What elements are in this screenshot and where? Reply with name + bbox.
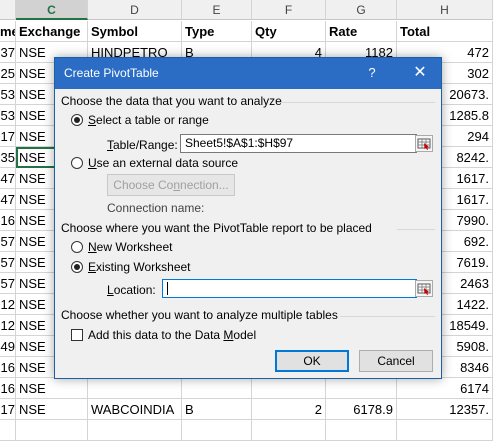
- cell-qty[interactable]: [252, 420, 326, 441]
- radio-existing-worksheet[interactable]: [71, 261, 83, 273]
- table-header-row: me Exchange Symbol Type Qty Rate Total: [0, 21, 493, 42]
- header-cell-rate[interactable]: Rate: [326, 21, 397, 42]
- cell-qty[interactable]: [252, 378, 326, 399]
- cell-rate[interactable]: 6178.9: [326, 399, 397, 420]
- divider: [277, 102, 435, 103]
- table-range-label: Table/Range:: [107, 138, 178, 152]
- cell-row-number[interactable]: 57: [0, 273, 16, 294]
- table-range-input[interactable]: Sheet5!$A$1:$H$97: [180, 134, 417, 153]
- cell-row-number[interactable]: [0, 420, 16, 441]
- cell-row-number[interactable]: 16: [0, 210, 16, 231]
- column-header-h[interactable]: H: [397, 0, 493, 20]
- cell-qty[interactable]: 2: [252, 399, 326, 420]
- choose-connection-button[interactable]: Choose Connection...: [107, 174, 235, 196]
- location-input[interactable]: [162, 279, 417, 298]
- cell-row-number[interactable]: 35: [0, 147, 16, 168]
- add-data-model-label[interactable]: Add this data to the Data Model: [88, 328, 256, 342]
- table-row: 16 NSE 6174: [0, 378, 493, 399]
- help-icon[interactable]: ?: [357, 58, 387, 88]
- cell-exchange[interactable]: NSE: [16, 378, 88, 399]
- radio-new-worksheet[interactable]: [71, 241, 83, 253]
- cell-symbol[interactable]: [88, 420, 182, 441]
- column-header-c[interactable]: C: [16, 0, 88, 20]
- close-icon[interactable]: ✕: [401, 58, 439, 88]
- dialog-title: Create PivotTable: [64, 66, 159, 80]
- cell-row-number[interactable]: 49: [0, 336, 16, 357]
- text-cursor: [167, 282, 168, 295]
- connection-name-label: Connection name:: [107, 201, 205, 215]
- radio-new-worksheet-label[interactable]: New Worksheet: [88, 240, 172, 254]
- cell-row-number[interactable]: 17: [0, 399, 16, 420]
- header-cell-name[interactable]: me: [0, 21, 16, 42]
- cell-row-number[interactable]: 37: [0, 42, 16, 63]
- cell-type[interactable]: [182, 378, 252, 399]
- column-header-d[interactable]: D: [88, 0, 182, 20]
- table-row: [0, 420, 493, 441]
- cell-row-number[interactable]: 57: [0, 231, 16, 252]
- cell-symbol[interactable]: WABCOINDIA: [88, 399, 182, 420]
- section-data-source-title: Choose the data that you want to analyze: [61, 94, 282, 108]
- cell-exchange[interactable]: [16, 420, 88, 441]
- cell-total[interactable]: 6174: [397, 378, 493, 399]
- cell-row-number[interactable]: 25: [0, 63, 16, 84]
- radio-external-source-label[interactable]: Use an external data source: [88, 156, 238, 170]
- radio-select-table[interactable]: [71, 114, 83, 126]
- column-header-e[interactable]: E: [182, 0, 252, 20]
- divider: [397, 229, 435, 230]
- header-cell-total[interactable]: Total: [397, 21, 493, 42]
- cancel-button[interactable]: Cancel: [359, 350, 433, 372]
- cell-row-number[interactable]: 17: [0, 126, 16, 147]
- location-range-selector-button[interactable]: [415, 280, 433, 297]
- cell-row-number[interactable]: 16: [0, 378, 16, 399]
- ok-button[interactable]: OK: [275, 350, 349, 372]
- column-header-partial[interactable]: [0, 0, 16, 20]
- radio-existing-worksheet-label[interactable]: Existing Worksheet: [88, 260, 191, 274]
- column-header-f[interactable]: F: [252, 0, 326, 20]
- cell-rate[interactable]: [326, 378, 397, 399]
- cell-type[interactable]: B: [182, 399, 252, 420]
- header-cell-symbol[interactable]: Symbol: [88, 21, 182, 42]
- add-data-model-checkbox[interactable]: [71, 329, 83, 341]
- range-selector-button[interactable]: [415, 135, 433, 152]
- cell-row-number[interactable]: 57: [0, 252, 16, 273]
- location-label: Location:: [107, 283, 156, 297]
- cell-type[interactable]: [182, 420, 252, 441]
- column-header-g[interactable]: G: [326, 0, 397, 20]
- radio-select-table-label[interactable]: Select a table or range: [88, 113, 209, 127]
- create-pivottable-dialog: Create PivotTable ? ✕ Choose the data th…: [54, 57, 442, 379]
- cell-total[interactable]: 12357.: [397, 399, 493, 420]
- cell-row-number[interactable]: 53: [0, 105, 16, 126]
- radio-external-source[interactable]: [71, 157, 83, 169]
- cell-symbol[interactable]: [88, 378, 182, 399]
- cell-rate[interactable]: [326, 420, 397, 441]
- section-placement-title: Choose where you want the PivotTable rep…: [61, 221, 372, 235]
- cell-row-number[interactable]: 12: [0, 294, 16, 315]
- cell-total[interactable]: [397, 420, 493, 441]
- dialog-titlebar[interactable]: Create PivotTable ? ✕: [55, 58, 441, 89]
- range-picker-icon: [417, 283, 431, 295]
- table-row: 17 NSE WABCOINDIA B 2 6178.9 12357.: [0, 399, 493, 420]
- divider: [340, 316, 435, 317]
- range-picker-icon: [417, 138, 431, 150]
- header-cell-exchange[interactable]: Exchange: [16, 21, 88, 42]
- cell-row-number[interactable]: 47: [0, 168, 16, 189]
- section-multiple-tables-title: Choose whether you want to analyze multi…: [61, 308, 338, 322]
- cell-row-number[interactable]: 53: [0, 84, 16, 105]
- cell-exchange[interactable]: NSE: [16, 399, 88, 420]
- cell-row-number[interactable]: 12: [0, 315, 16, 336]
- header-cell-type[interactable]: Type: [182, 21, 252, 42]
- header-cell-qty[interactable]: Qty: [252, 21, 326, 42]
- cell-row-number[interactable]: 16: [0, 357, 16, 378]
- cell-row-number[interactable]: 47: [0, 189, 16, 210]
